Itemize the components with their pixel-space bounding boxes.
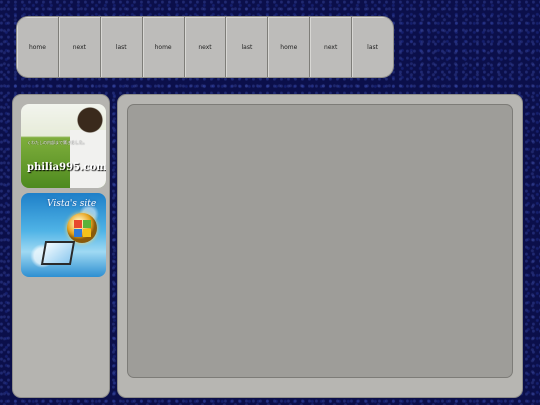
- monitor-icon: [40, 241, 76, 265]
- nav-home-3[interactable]: home: [268, 17, 311, 77]
- nav-next-3[interactable]: next: [310, 17, 353, 77]
- nav-last-2[interactable]: last: [226, 17, 269, 77]
- nav-last-3[interactable]: last: [352, 17, 393, 77]
- nav-next-1[interactable]: next: [59, 17, 101, 77]
- philia-site-name: philia995.com: [27, 162, 106, 173]
- nav-home-1[interactable]: home: [17, 17, 59, 77]
- nav-home-2[interactable]: home: [143, 17, 185, 77]
- content-panel: [117, 94, 523, 398]
- vista-title: Vista's site: [47, 199, 97, 209]
- vista-banner[interactable]: Vista's site: [21, 193, 106, 277]
- philia-caption: くわたしの内部まで響きました。: [27, 140, 87, 145]
- nav-next-2[interactable]: next: [185, 17, 227, 77]
- windows-logo-icon: [67, 213, 97, 243]
- content-area: [127, 104, 513, 378]
- philia-person-image: [70, 104, 106, 188]
- sidebar: くわたしの内部まで響きました。 philia995.com Vista's si…: [12, 94, 110, 398]
- nav-last-1[interactable]: last: [101, 17, 143, 77]
- top-nav-bar: home next last home next last home next …: [16, 16, 394, 78]
- philia-banner[interactable]: くわたしの内部まで響きました。 philia995.com: [21, 104, 106, 188]
